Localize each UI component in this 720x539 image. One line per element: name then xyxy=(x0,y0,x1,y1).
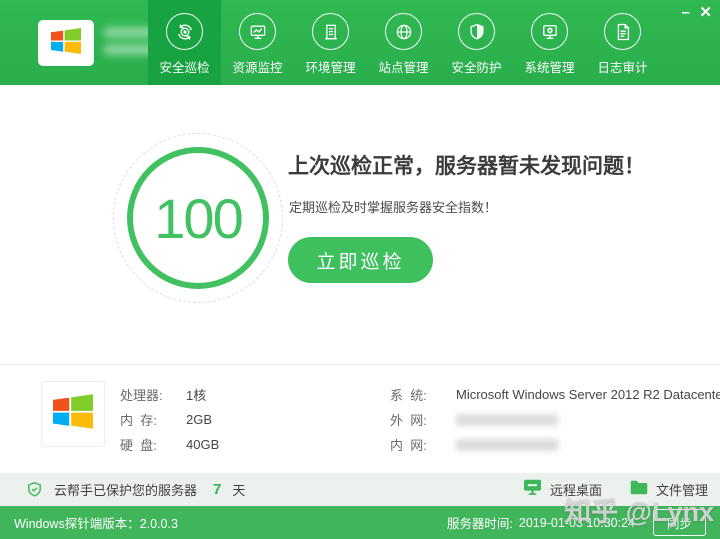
security-scan-icon xyxy=(166,13,203,50)
app-logo xyxy=(38,20,94,66)
remote-desktop-icon xyxy=(523,479,542,501)
spec-label: 外 网: xyxy=(390,410,444,429)
spec-value: 40GB xyxy=(186,437,219,452)
app-window: 安全巡检 资源监控 xyxy=(0,0,720,539)
spec-public-ip: 外 网: xyxy=(390,407,720,432)
quick-actions: 远程桌面 文件管理 xyxy=(495,479,720,501)
status-bar: Windows探针端版本：2.0.0.3 服务器时间: 2019-01-03 1… xyxy=(0,506,720,539)
spec-value: Microsoft Windows Server 2012 R2 Datacen… xyxy=(456,387,720,402)
tab-security-protect[interactable]: 安全防护 xyxy=(440,0,513,85)
spec-cpu: 处理器: 1核 xyxy=(120,382,219,407)
file-manager-label: 文件管理 xyxy=(656,480,708,499)
tab-label: 安全防护 xyxy=(451,57,501,76)
tab-system-manage[interactable]: 系统管理 xyxy=(513,0,586,85)
file-manager-icon xyxy=(630,480,648,500)
tab-site-manage[interactable]: 站点管理 xyxy=(367,0,440,85)
sync-button[interactable]: 同步 xyxy=(653,509,706,536)
log-audit-icon xyxy=(604,13,641,50)
environment-manage-icon xyxy=(312,13,349,50)
spec-value: 2GB xyxy=(186,412,212,427)
spec-disk: 硬 盘: 40GB xyxy=(120,432,219,457)
nav-tabs: 安全巡检 资源监控 xyxy=(148,0,659,85)
spec-value: 1核 xyxy=(186,385,206,404)
tab-security-scan[interactable]: 安全巡检 xyxy=(148,0,221,85)
resource-monitor-icon xyxy=(239,13,276,50)
server-time-label: 服务器时间: xyxy=(447,513,513,532)
remote-desktop-button[interactable]: 远程桌面 xyxy=(523,479,602,501)
top-navbar: 安全巡检 资源监控 xyxy=(0,0,720,85)
score-ring: 100 xyxy=(127,147,269,289)
tab-label: 环境管理 xyxy=(305,57,355,76)
server-time-group: 服务器时间: 2019-01-03 10:30:24 同步 xyxy=(447,509,720,536)
protection-days: 7 xyxy=(213,481,221,498)
spec-label: 处理器: xyxy=(120,385,174,404)
protection-days-unit: 天 xyxy=(232,480,245,499)
remote-desktop-label: 远程桌面 xyxy=(550,480,602,499)
server-time-value: 2019-01-03 10:30:24 xyxy=(519,516,635,530)
agent-version-text: Windows探针端版本：2.0.0.3 xyxy=(14,513,178,532)
spec-label: 系 统: xyxy=(390,385,444,404)
spec-label: 内 存: xyxy=(120,410,174,429)
scan-now-button[interactable]: 立即巡检 xyxy=(288,237,433,283)
protection-bar: 云帮手已保护您的服务器 7 天 远程桌面 xyxy=(0,473,720,506)
section-divider xyxy=(0,364,720,365)
spec-label: 内 网: xyxy=(390,435,444,454)
file-manager-button[interactable]: 文件管理 xyxy=(630,480,708,500)
spec-label: 硬 盘: xyxy=(120,435,174,454)
tab-label: 安全巡检 xyxy=(159,57,209,76)
windows-logo-icon xyxy=(53,394,93,434)
close-button[interactable]: ✕ xyxy=(695,2,716,24)
tab-label: 站点管理 xyxy=(378,57,428,76)
windows-logo-icon xyxy=(51,28,81,59)
scan-result-title: 上次巡检正常，服务器暂未发现问题！ xyxy=(288,150,645,180)
tab-label: 日志审计 xyxy=(597,57,647,76)
tab-label: 资源监控 xyxy=(232,57,282,76)
spec-os: 系 统: Microsoft Windows Server 2012 R2 Da… xyxy=(390,382,720,407)
security-score-gauge: 100 xyxy=(113,133,283,303)
security-protect-icon xyxy=(458,13,495,50)
spec-memory: 内 存: 2GB xyxy=(120,407,219,432)
tab-log-audit[interactable]: 日志审计 xyxy=(586,0,659,85)
shield-check-icon xyxy=(26,480,43,499)
redacted-private-ip xyxy=(456,439,558,451)
hardware-specs: 处理器: 1核 内 存: 2GB 硬 盘: 40GB xyxy=(120,382,219,457)
network-specs: 系 统: Microsoft Windows Server 2012 R2 Da… xyxy=(390,382,720,457)
tab-environment-manage[interactable]: 环境管理 xyxy=(294,0,367,85)
site-manage-icon xyxy=(385,13,422,50)
system-manage-icon xyxy=(531,13,568,50)
spec-private-ip: 内 网: xyxy=(390,432,720,457)
minimize-button[interactable]: – xyxy=(678,2,694,24)
protection-text: 云帮手已保护您的服务器 xyxy=(54,480,197,499)
security-score: 100 xyxy=(154,186,241,251)
scan-result-subtitle: 定期巡检及时掌握服务器安全指数！ xyxy=(289,197,497,216)
redacted-public-ip xyxy=(456,414,558,426)
os-logo-tile xyxy=(41,381,105,447)
tab-resource-monitor[interactable]: 资源监控 xyxy=(221,0,294,85)
tab-label: 系统管理 xyxy=(524,57,574,76)
